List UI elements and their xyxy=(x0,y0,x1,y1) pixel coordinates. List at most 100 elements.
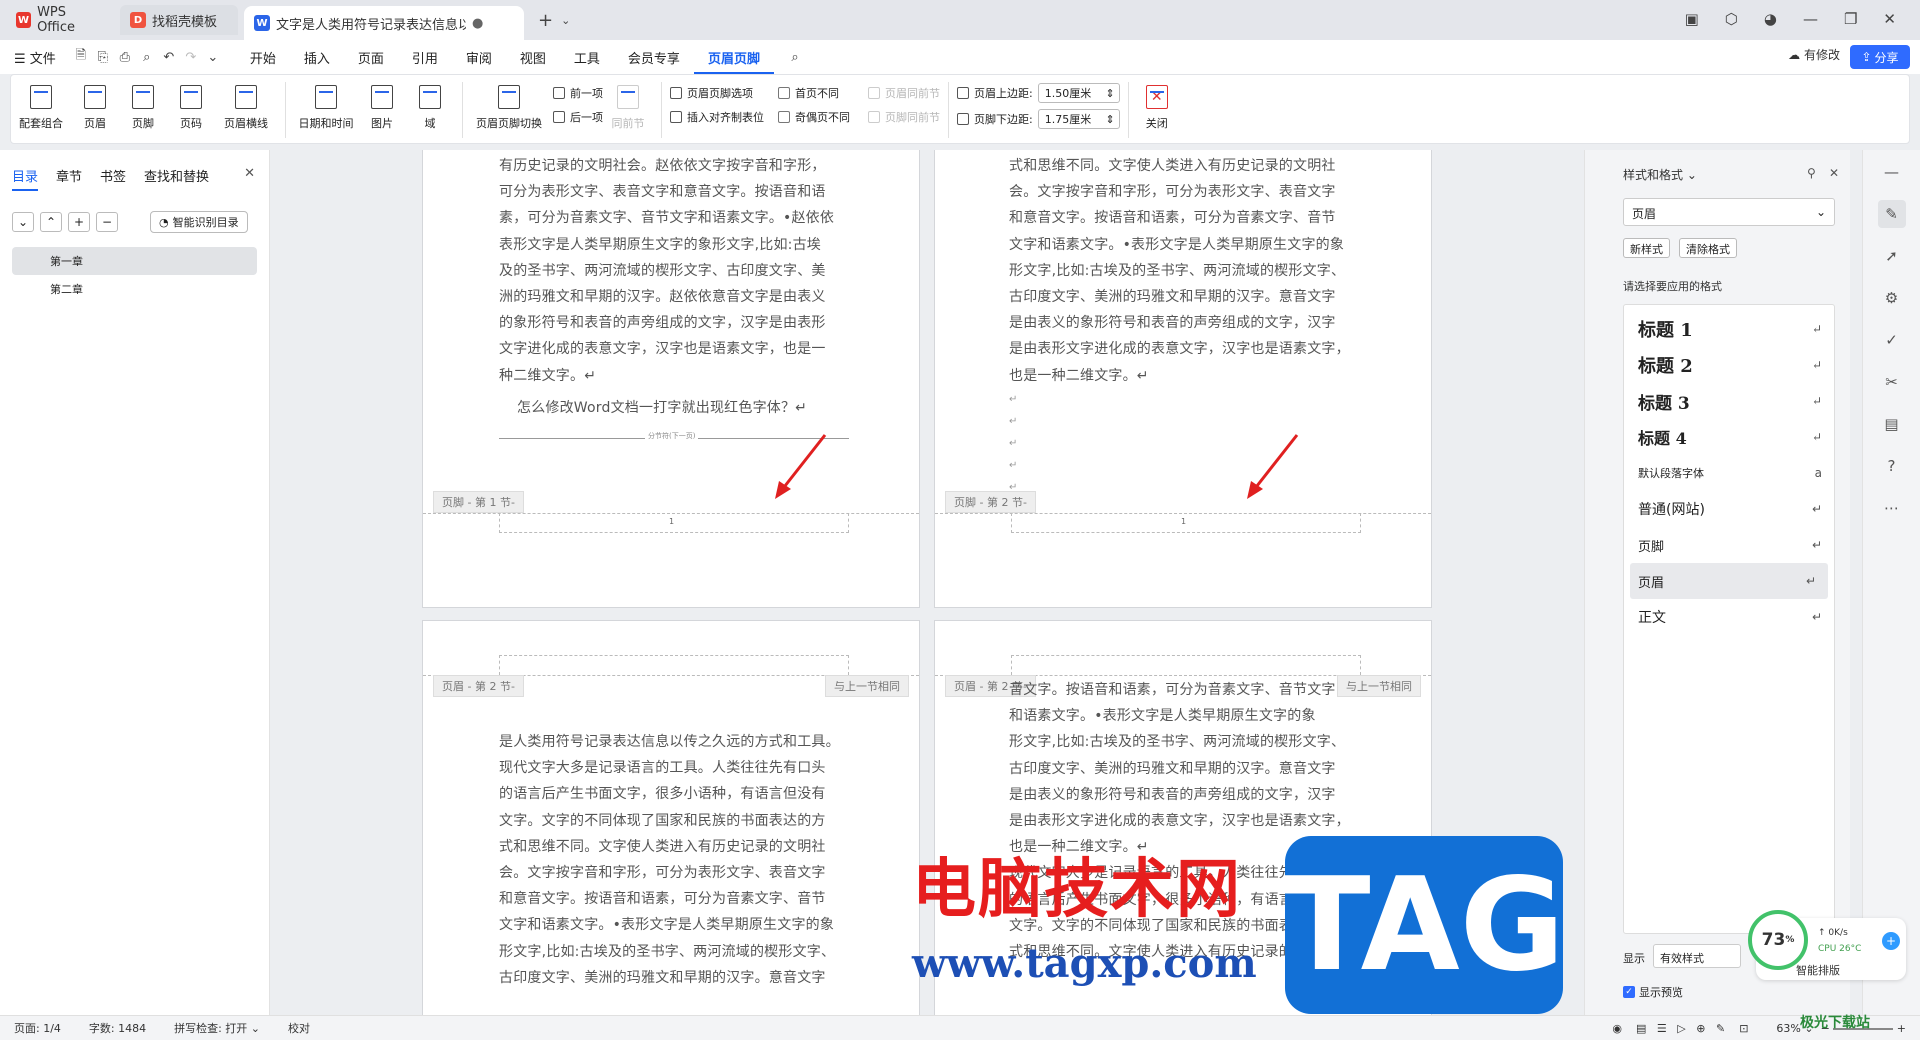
fit-icon[interactable]: ⊡ xyxy=(1739,1022,1748,1035)
menu-review[interactable]: 审阅 xyxy=(452,48,506,67)
menu-reference[interactable]: 引用 xyxy=(398,48,452,67)
outline-item[interactable]: 第一章 xyxy=(12,247,257,275)
more-quick-icon[interactable]: ⌄ xyxy=(202,50,224,65)
review-icon[interactable]: ✓ xyxy=(1878,326,1906,354)
web-view-icon[interactable]: ⊕ xyxy=(1696,1022,1705,1035)
print-icon[interactable]: ⎙ xyxy=(114,50,136,65)
more-icon[interactable]: ⋯ xyxy=(1878,494,1906,522)
picture-button[interactable]: 图片 xyxy=(358,75,406,131)
spinner-icon[interactable]: ⇕ xyxy=(1106,113,1115,126)
modified-button[interactable]: ☁ 有修改 xyxy=(1788,46,1840,63)
cube-icon[interactable]: ⬡ xyxy=(1725,10,1738,28)
style-item-heading-4[interactable]: 标题 4 ↵ xyxy=(1624,419,1834,455)
tab-toc[interactable]: 目录 xyxy=(12,166,39,191)
header-same-checkbox[interactable]: 页眉同前节 xyxy=(868,85,940,101)
tools-icon[interactable]: ✂ xyxy=(1878,368,1906,396)
page-2-body[interactable]: 式和思维不同。文字使人类进入有历史记录的文明社 会。文字按字音和字形，可分为表形… xyxy=(1009,153,1369,499)
next-item-button[interactable]: 后一项 xyxy=(553,109,603,125)
header-top-margin-input[interactable]: 1.50厘米 ⇕ xyxy=(1037,83,1120,103)
avatar-icon[interactable]: ◕ xyxy=(1764,10,1777,28)
spell-check-status[interactable]: 拼写检查: 打开 ⌄ xyxy=(160,1020,274,1036)
help-icon[interactable]: ? xyxy=(1878,452,1906,480)
layout-icon[interactable]: ▣ xyxy=(1685,10,1699,28)
tab-template[interactable]: D 找稻壳模板 xyxy=(120,5,238,35)
tab-bookmark[interactable]: 书签 xyxy=(100,166,126,191)
style-item-heading-1[interactable]: 标题 1 ↵ xyxy=(1624,311,1834,347)
search-icon[interactable]: ⌕ xyxy=(784,50,806,65)
align-tab-button[interactable]: 插入对齐制表位 xyxy=(670,109,764,125)
header-button[interactable]: 页眉 xyxy=(71,75,119,131)
collapse-sidebar-icon[interactable]: — xyxy=(1878,158,1906,186)
style-item-heading-2[interactable]: 标题 2 ↵ xyxy=(1624,347,1834,383)
prev-item-button[interactable]: 前一项 xyxy=(553,85,603,101)
switch-button[interactable]: 页眉页脚切换 xyxy=(471,75,547,131)
close-styles-icon[interactable]: ✕ xyxy=(1829,166,1839,180)
footer-same-checkbox[interactable]: 页脚同前节 xyxy=(868,109,940,125)
show-filter-select[interactable]: 有效样式 xyxy=(1653,944,1741,968)
undo-icon[interactable]: ↶ xyxy=(158,50,180,65)
spinner-icon[interactable]: ⇕ xyxy=(1106,87,1115,100)
header-line-button[interactable]: 页眉横线 xyxy=(215,75,277,131)
show-preview-checkbox[interactable]: ✓ 显示预览 xyxy=(1623,984,1683,1000)
page-number-button[interactable]: 页码 xyxy=(167,75,215,131)
menu-insert[interactable]: 插入 xyxy=(290,48,344,67)
page-1[interactable]: 有历史记录的文明社会。赵依依文字按字音和字形， 可分为表形文字、表音文字和意音文… xyxy=(422,150,920,608)
file-menu[interactable]: ☰ 文件 xyxy=(0,48,70,67)
redo-icon[interactable]: ↷ xyxy=(180,50,202,65)
add-icon[interactable]: + xyxy=(68,212,90,232)
close-hf-button[interactable]: ✕ 关闭 xyxy=(1137,75,1177,131)
date-time-button[interactable]: 日期和时间 xyxy=(294,75,358,131)
new-tab-icon[interactable]: + xyxy=(538,10,553,31)
new-style-button[interactable]: 新样式 xyxy=(1623,238,1670,258)
tab-document[interactable]: W 文字是人类用符号记录表达信息以… ● xyxy=(244,6,524,40)
menu-page[interactable]: 页面 xyxy=(344,48,398,67)
styles-pane-title[interactable]: 样式和格式 ⌄ xyxy=(1623,166,1697,183)
first-page-diff-checkbox[interactable]: 首页不同 xyxy=(778,85,850,101)
menu-tools[interactable]: 工具 xyxy=(560,48,614,67)
tab-wps-office[interactable]: W WPS Office xyxy=(6,5,114,35)
page-view-icon[interactable]: ▤ xyxy=(1636,1022,1646,1035)
select-cursor-icon[interactable]: ➚ xyxy=(1878,242,1906,270)
style-item-heading-3[interactable]: 标题 3 ↵ xyxy=(1624,383,1834,419)
page-2[interactable]: 式和思维不同。文字使人类进入有历史记录的文明社 会。文字按字音和字形，可分为表形… xyxy=(934,150,1432,608)
expand-icon[interactable]: ⌃ xyxy=(40,212,62,232)
header-content-box[interactable] xyxy=(499,655,849,675)
style-item-body[interactable]: 正文 ↵ xyxy=(1624,599,1834,635)
page-status[interactable]: 页面: 1/4 xyxy=(0,1020,75,1036)
tab-find-replace[interactable]: 查找和替换 xyxy=(144,166,209,191)
footer-bottom-margin-input[interactable]: 1.75厘米 ⇕ xyxy=(1037,109,1120,129)
style-item-normal-web[interactable]: 普通(网站) ↵ xyxy=(1624,491,1834,527)
properties-icon[interactable]: ⚙ xyxy=(1878,284,1906,312)
page-3-body[interactable]: 是人类用符号记录表达信息以传之久远的方式和工具。 现代文字大多是记录语言的工具。… xyxy=(499,729,889,991)
outline-item[interactable]: 第二章 xyxy=(12,275,257,303)
current-style-select[interactable]: 页眉 ⌄ xyxy=(1623,198,1835,226)
style-item-default-font[interactable]: 默认段落字体 a xyxy=(1624,455,1834,491)
eye-icon[interactable]: ◉ xyxy=(1612,1022,1622,1035)
hf-options-button[interactable]: 页眉页脚选项 xyxy=(670,85,764,101)
styles-brush-icon[interactable]: ✎ xyxy=(1877,200,1906,228)
clear-format-button[interactable]: 清除格式 xyxy=(1679,238,1737,258)
menu-start[interactable]: 开始 xyxy=(236,48,290,67)
menu-member[interactable]: 会员专享 xyxy=(614,48,694,67)
tab-list-icon[interactable]: ⌄ xyxy=(561,14,570,27)
close-icon[interactable]: ✕ xyxy=(1883,10,1896,28)
collapse-icon[interactable]: ⌄ xyxy=(12,212,34,232)
style-item-footer[interactable]: 页脚 ↵ xyxy=(1624,527,1834,563)
boost-icon[interactable]: + xyxy=(1882,932,1900,950)
odd-even-diff-checkbox[interactable]: 奇偶页不同 xyxy=(778,109,850,125)
restore-icon[interactable]: ❐ xyxy=(1844,10,1857,28)
proofread-button[interactable]: 校对 xyxy=(274,1020,324,1036)
performance-widget[interactable]: 73% ↑ 0K/s CPU 26°C + 智能排版 xyxy=(1748,910,1906,980)
remove-icon[interactable]: − xyxy=(96,212,118,232)
header-content-box[interactable] xyxy=(1011,655,1361,675)
pen-icon[interactable]: ✎ xyxy=(1716,1022,1725,1035)
minimize-icon[interactable]: — xyxy=(1803,10,1818,28)
combo-button[interactable]: 配套组合 xyxy=(11,75,71,131)
library-icon[interactable]: ▤ xyxy=(1878,410,1906,438)
save-icon[interactable]: 🗎 xyxy=(70,46,92,68)
play-icon[interactable]: ▷ xyxy=(1677,1022,1685,1035)
preview-icon[interactable]: ⌕ xyxy=(136,50,158,65)
field-button[interactable]: 域 xyxy=(406,75,454,131)
export-icon[interactable]: ⎘ xyxy=(92,50,114,65)
outline-view-icon[interactable]: ☰ xyxy=(1657,1022,1667,1035)
